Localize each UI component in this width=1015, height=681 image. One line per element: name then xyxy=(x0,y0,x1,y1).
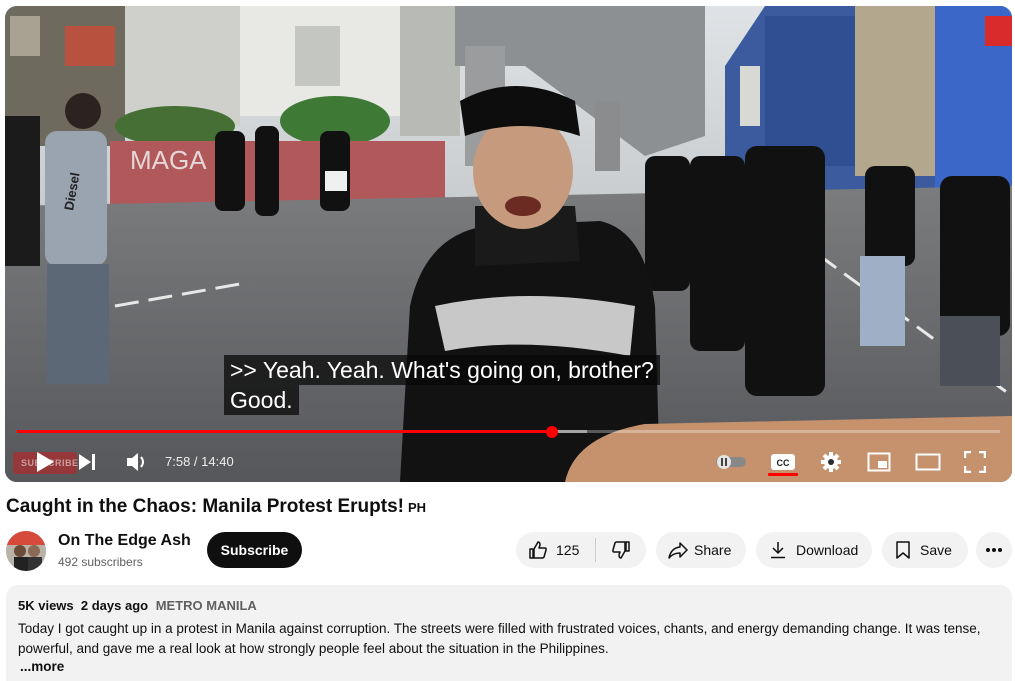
settings-button[interactable] xyxy=(811,442,851,482)
play-icon xyxy=(37,452,54,472)
caption-line: Good. xyxy=(224,385,299,415)
play-button[interactable] xyxy=(25,442,65,482)
video-captions: >> Yeah. Yeah. What's going on, brother?… xyxy=(224,355,660,415)
more-actions-button[interactable] xyxy=(976,532,1012,568)
miniplayer-button[interactable] xyxy=(859,442,899,482)
time-display: 7:58 / 14:40 xyxy=(165,454,234,469)
save-label: Save xyxy=(920,542,952,558)
description-box[interactable]: 5K views 2 days ago METRO MANILA Today I… xyxy=(6,585,1012,681)
volume-button[interactable] xyxy=(117,442,157,482)
like-dislike-group: 125 xyxy=(516,532,646,568)
cc-icon: CC xyxy=(771,454,795,470)
channel-name[interactable]: On The Edge Ash xyxy=(58,532,191,550)
location-tag[interactable]: METRO MANILA xyxy=(156,598,257,613)
download-button[interactable]: Download xyxy=(756,532,872,568)
theater-mode-icon xyxy=(915,453,941,471)
settings-gear-icon xyxy=(821,452,841,472)
cc-active-indicator xyxy=(768,473,798,476)
save-button[interactable]: Save xyxy=(882,532,968,568)
bookmark-icon xyxy=(894,540,912,560)
autoplay-toggle[interactable] xyxy=(711,442,751,482)
theater-mode-button[interactable] xyxy=(907,442,949,482)
description-meta: 5K views 2 days ago METRO MANILA xyxy=(18,598,257,613)
svg-text:CC: CC xyxy=(777,458,790,468)
more-horizontal-icon xyxy=(985,547,1003,553)
video-title: Caught in the Chaos: Manila Protest Erup… xyxy=(6,496,426,518)
share-button[interactable]: Share xyxy=(656,532,746,568)
show-more-link[interactable]: ...more xyxy=(20,659,64,674)
autoplay-toggle-icon xyxy=(716,455,746,469)
progress-bar[interactable] xyxy=(17,426,1000,438)
progress-scrubber-handle[interactable] xyxy=(545,426,558,438)
fullscreen-button[interactable] xyxy=(955,442,995,482)
next-button[interactable] xyxy=(69,442,105,482)
upload-date: 2 days ago xyxy=(80,598,149,613)
next-icon xyxy=(79,454,95,470)
dislike-button[interactable] xyxy=(596,532,646,568)
view-count: 5K views xyxy=(18,598,74,613)
video-player[interactable]: MAGA Diesel >> Yeah. Yeah. What's going … xyxy=(5,6,1012,482)
player-controls: SUBSCRIBE 7:58 / 14:40 CC xyxy=(5,442,1012,482)
subscribe-button[interactable]: Subscribe xyxy=(207,532,302,568)
avatar-image xyxy=(6,531,46,571)
share-icon xyxy=(668,540,688,560)
caption-line: >> Yeah. Yeah. What's going on, brother? xyxy=(224,355,660,385)
miniplayer-icon xyxy=(867,452,891,472)
country-flag-label: PH xyxy=(407,500,427,515)
video-title-text: Caught in the Chaos: Manila Protest Erup… xyxy=(6,496,404,517)
like-button[interactable]: 125 xyxy=(516,532,595,568)
channel-avatar[interactable] xyxy=(6,531,46,571)
download-label: Download xyxy=(796,542,859,558)
wall-graffiti-text: MAGA xyxy=(130,145,207,175)
thumbs-down-icon xyxy=(611,540,631,560)
description-text: Today I got caught up in a protest in Ma… xyxy=(18,621,981,656)
fullscreen-icon xyxy=(964,451,986,473)
volume-icon xyxy=(127,453,144,471)
captions-button[interactable]: CC xyxy=(763,442,803,482)
like-count: 125 xyxy=(556,542,580,558)
share-label: Share xyxy=(694,542,732,558)
download-icon xyxy=(768,540,788,560)
progress-played xyxy=(17,430,552,433)
thumbs-up-icon xyxy=(528,540,548,560)
subscriber-count: 492 subscribers xyxy=(58,555,143,569)
